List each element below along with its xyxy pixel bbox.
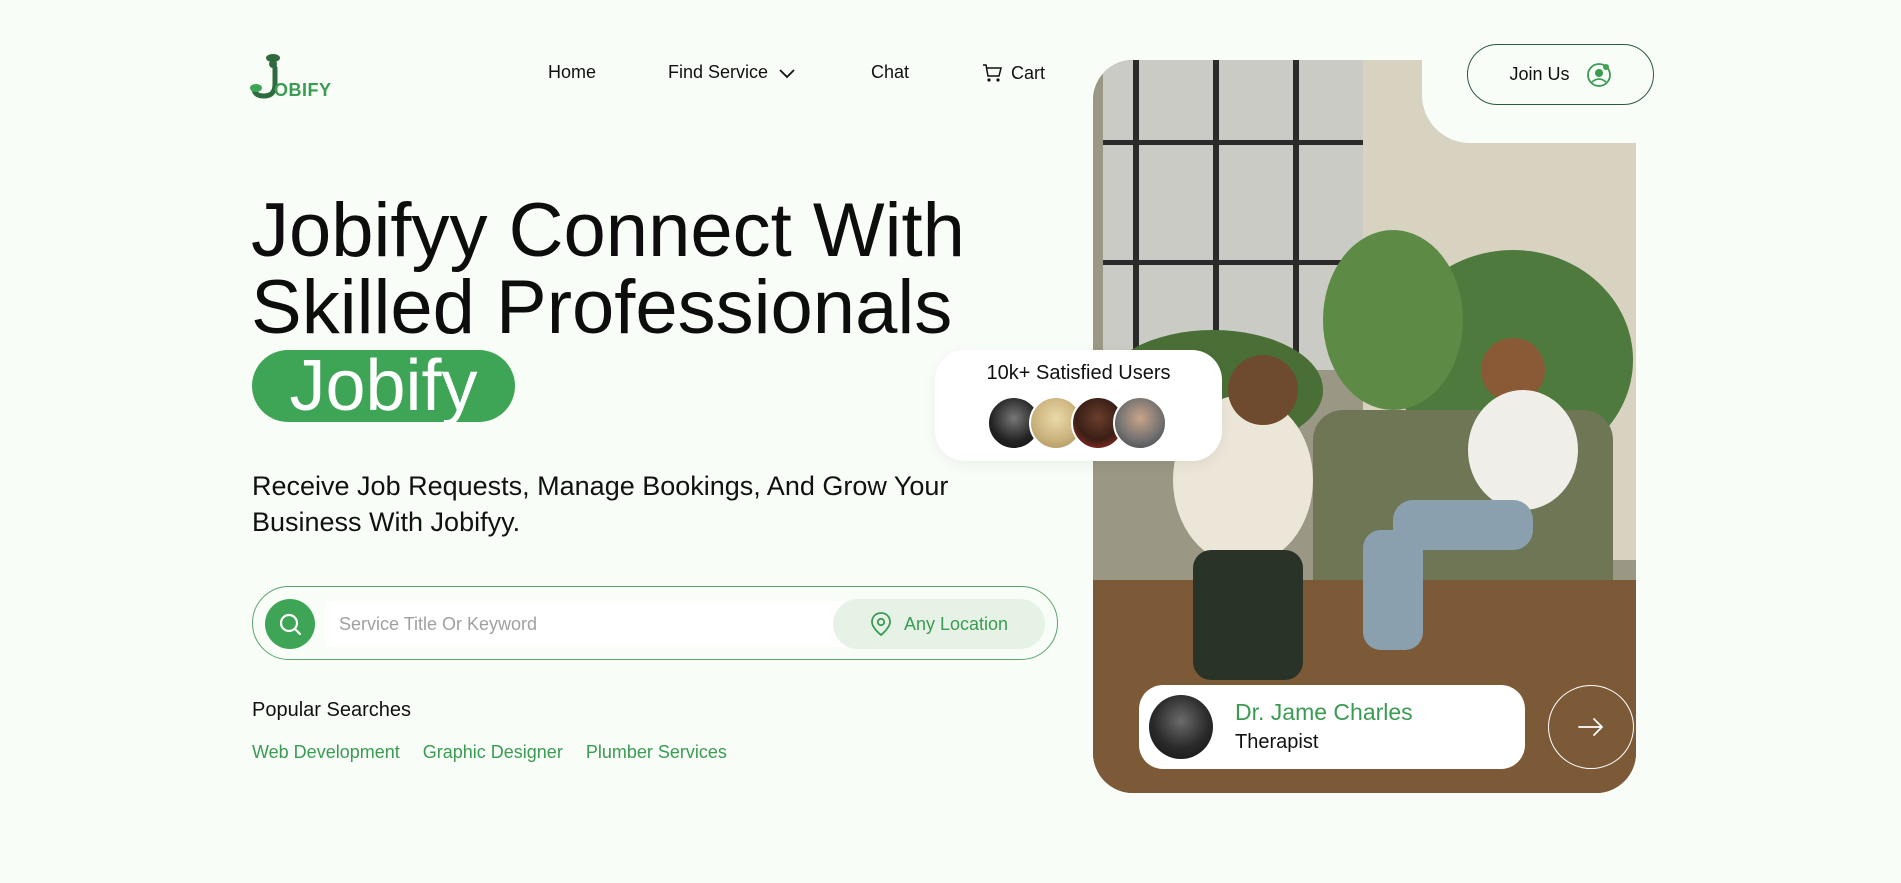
cart-icon — [983, 64, 1002, 82]
satisfied-users-title: 10k+ Satisfied Users — [986, 362, 1171, 384]
hero-title-line1: Jobifyy Connect With — [251, 188, 965, 273]
professional-card[interactable]: Dr. Jame Charles Therapist — [1139, 685, 1525, 769]
popular-tag[interactable]: Plumber Services — [586, 742, 727, 763]
popular-tags: Web Development Graphic Designer Plumber… — [252, 742, 727, 763]
popular-searches-label: Popular Searches — [252, 699, 411, 721]
search-bar: Any Location — [252, 586, 1058, 660]
nav-home[interactable]: Home — [548, 62, 596, 83]
nav-cart[interactable]: Cart — [981, 62, 1045, 84]
join-us-button[interactable]: Join Us — [1467, 44, 1654, 105]
logo-text: OBIFY — [274, 80, 332, 100]
hero-title: Jobifyy Connect With Skilled Professiona… — [251, 192, 1031, 346]
join-us-label: Join Us — [1509, 64, 1570, 84]
popular-tag[interactable]: Web Development — [252, 742, 400, 763]
nav-find-service-label: Find Service — [668, 62, 769, 82]
search-icon — [279, 613, 302, 636]
nav-find-service[interactable]: Find Service — [668, 62, 796, 83]
professional-name: Dr. Jame Charles — [1235, 699, 1413, 725]
location-label: Any Location — [903, 613, 1009, 634]
avatar — [1113, 396, 1167, 450]
location-selector[interactable]: Any Location — [833, 599, 1045, 649]
brand-pill: Jobify — [252, 350, 515, 422]
satisfied-users-card: 10k+ Satisfied Users — [935, 350, 1222, 461]
location-pin-icon — [871, 612, 891, 637]
professional-role: Therapist — [1235, 731, 1319, 753]
arrow-right-icon — [1578, 718, 1603, 736]
avatar — [1149, 695, 1213, 759]
nav-home-label: Home — [548, 62, 597, 82]
nav-chat[interactable]: Chat — [871, 62, 909, 83]
chevron-down-icon — [779, 68, 795, 78]
hero-title-line2: Skilled Professionals — [251, 265, 953, 350]
nav-chat-label: Chat — [871, 62, 910, 82]
user-icon — [1586, 62, 1611, 87]
search-input[interactable] — [325, 601, 885, 647]
search-button[interactable] — [265, 599, 315, 649]
popular-tag[interactable]: Graphic Designer — [423, 742, 563, 763]
hero-subtitle: Receive Job Requests, Manage Bookings, A… — [252, 471, 949, 537]
next-arrow-button[interactable] — [1548, 685, 1634, 769]
user-avatars — [987, 396, 1167, 450]
nav-cart-label: Cart — [1011, 62, 1046, 83]
